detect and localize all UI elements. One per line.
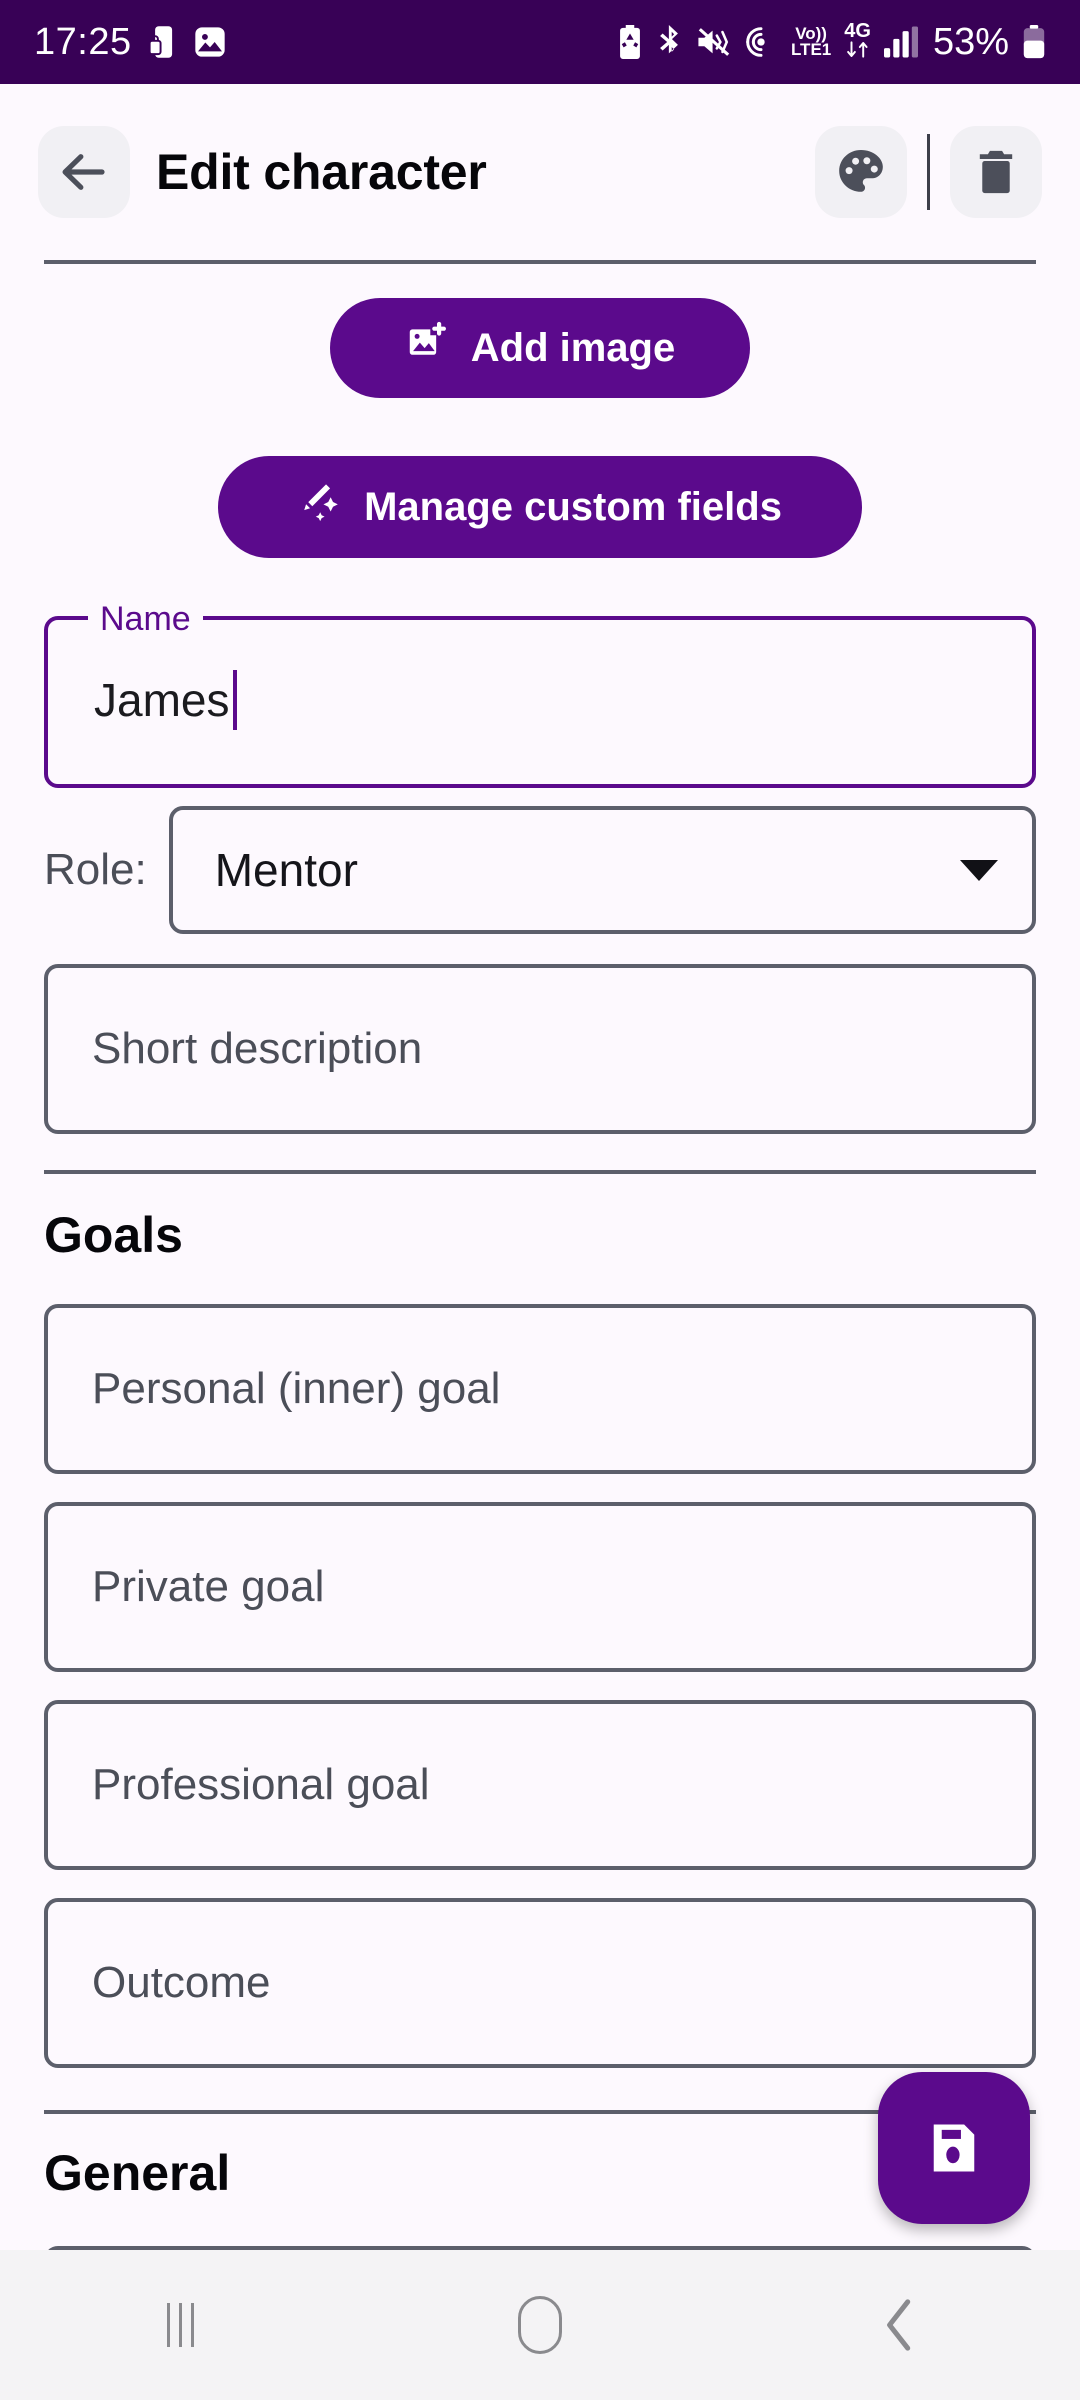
outcome-placeholder: Outcome <box>92 1958 271 2007</box>
system-nav-bar <box>0 2250 1080 2400</box>
add-image-label: Add image <box>470 325 676 370</box>
status-bar: 17:25 Vo)) LTE1 4G 53% <box>0 0 1080 84</box>
theme-button[interactable] <box>815 126 907 218</box>
magic-edit-icon <box>298 480 342 534</box>
private-goal-input[interactable]: Private goal <box>44 1502 1036 1672</box>
private-goal-placeholder: Private goal <box>92 1562 325 1611</box>
personal-goal-input[interactable]: Personal (inner) goal <box>44 1304 1036 1474</box>
data-arrows-icon <box>845 41 871 61</box>
manage-custom-fields-button[interactable]: Manage custom fields <box>218 456 862 558</box>
role-row: Role: Mentor <box>44 806 1036 934</box>
app-bar: Edit character <box>0 84 1080 260</box>
general-heading: General <box>44 2145 231 2201</box>
nav-back-button[interactable] <box>800 2250 1000 2400</box>
nfc-icon <box>744 25 778 59</box>
volte-indicator: Vo)) LTE1 <box>790 23 832 59</box>
back-button[interactable] <box>38 126 130 218</box>
short-description-placeholder: Short description <box>92 1024 423 1073</box>
personal-goal-placeholder: Personal (inner) goal <box>92 1364 501 1413</box>
text-caret <box>233 670 238 730</box>
name-input[interactable]: James <box>94 670 238 730</box>
back-arrow-icon <box>62 154 105 190</box>
home-icon <box>518 2296 562 2354</box>
battery-icon <box>1022 25 1046 59</box>
name-field-label: Name <box>88 594 203 644</box>
status-bar-right: Vo)) LTE1 4G 53% <box>617 21 1046 64</box>
network-type-indicator: 4G <box>844 21 871 61</box>
nav-home-button[interactable] <box>440 2250 640 2400</box>
nav-recents-button[interactable] <box>80 2250 280 2400</box>
outcome-input[interactable]: Outcome <box>44 1898 1036 2068</box>
trash-icon <box>979 150 1013 194</box>
professional-goal-placeholder: Professional goal <box>92 1760 430 1809</box>
name-field[interactable]: Name James <box>44 594 1036 788</box>
role-selected-value: Mentor <box>214 844 358 896</box>
name-input-value: James <box>94 674 230 726</box>
chevron-left-icon <box>887 2299 911 2351</box>
bluetooth-icon <box>656 25 684 59</box>
add-image-button[interactable]: Add image <box>330 298 750 398</box>
role-label: Role: <box>44 845 147 894</box>
professional-goal-input[interactable]: Professional goal <box>44 1700 1036 1870</box>
role-dropdown[interactable]: Mentor <box>168 806 1036 934</box>
goals-section-rule <box>44 1170 1036 1174</box>
palette-icon <box>839 149 883 192</box>
short-description-input[interactable]: Short description <box>44 964 1036 1134</box>
save-fab[interactable] <box>878 2072 1030 2224</box>
goals-heading: Goals <box>44 1207 183 1263</box>
delete-button[interactable] <box>950 126 1042 218</box>
screen-lock-icon <box>148 25 178 59</box>
status-bar-left: 17:25 <box>34 21 226 64</box>
page-title: Edit character <box>156 144 487 200</box>
save-icon <box>933 2124 975 2172</box>
app-bar-divider <box>927 134 930 210</box>
chevron-down-icon <box>960 859 998 881</box>
mute-vibrate-icon <box>697 27 731 57</box>
add-image-icon <box>405 321 449 375</box>
battery-percentage: 53% <box>932 20 1009 63</box>
recents-icon <box>166 2303 194 2347</box>
form-scroll-area[interactable]: Add image Manage custom fields Name Jame… <box>0 264 1080 2250</box>
battery-saver-icon <box>617 25 643 59</box>
signal-bars-icon <box>883 26 918 58</box>
gallery-icon <box>194 26 226 58</box>
status-bar-clock: 17:25 <box>34 20 132 63</box>
phone-screen: 17:25 Vo)) LTE1 4G 53% Edit character Ad… <box>0 0 1080 2400</box>
manage-custom-fields-label: Manage custom fields <box>364 484 782 529</box>
